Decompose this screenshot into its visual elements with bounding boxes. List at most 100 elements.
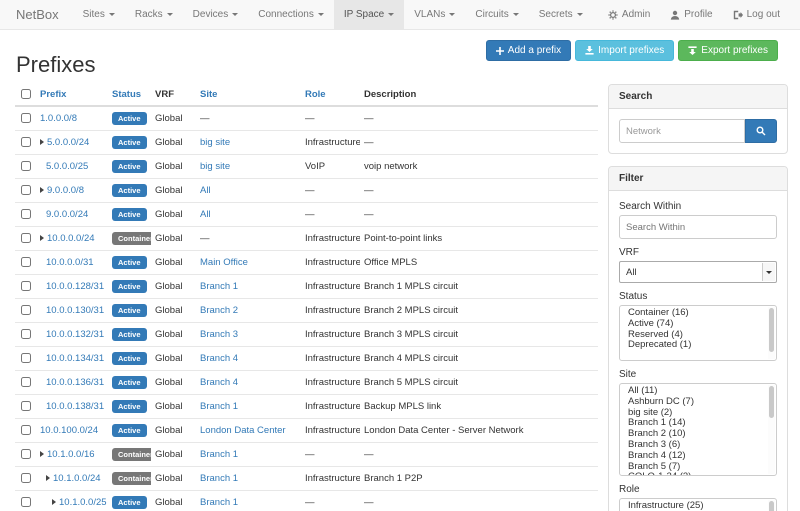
row-checkbox[interactable] (21, 161, 31, 171)
site-link[interactable]: big site (200, 137, 230, 148)
nav-item-devices[interactable]: Devices (183, 0, 249, 29)
app-logo[interactable]: NetBox (0, 0, 73, 29)
row-checkbox[interactable] (21, 113, 31, 123)
prefix-link[interactable]: 10.0.0.134/31 (46, 353, 104, 364)
row-checkbox[interactable] (21, 377, 31, 387)
row-checkbox[interactable] (21, 401, 31, 411)
search-within-label: Search Within (619, 201, 777, 212)
nav-item-circuits[interactable]: Circuits (465, 0, 528, 29)
description-cell: Backup MPLS link (360, 395, 598, 419)
import-prefixes-button[interactable]: Import prefixes (575, 40, 674, 61)
site-option[interactable]: Ashburn DC (7) (620, 397, 776, 408)
prefix-link[interactable]: 10.0.100.0/24 (40, 425, 98, 436)
search-panel-title: Search (609, 85, 787, 109)
row-checkbox[interactable] (21, 305, 31, 315)
nav-item-secrets[interactable]: Secrets (529, 0, 593, 29)
site-link[interactable]: Branch 1 (200, 401, 238, 412)
prefix-link[interactable]: 10.1.0.0/16 (47, 449, 95, 460)
page-title: Prefixes (16, 52, 95, 78)
site-link[interactable]: Branch 4 (200, 377, 238, 388)
vrf-select[interactable]: All (619, 261, 777, 283)
nav-item-ip-space[interactable]: IP Space (334, 0, 404, 29)
row-checkbox[interactable] (21, 209, 31, 219)
prefix-link[interactable]: 10.1.0.0/24 (53, 473, 101, 484)
table-row: 5.0.0.0/25ActiveGlobalbig siteVoIPvoip n… (15, 155, 598, 179)
prefix-link[interactable]: 1.0.0.0/8 (40, 113, 77, 124)
site-link[interactable]: All (200, 209, 211, 220)
site-link[interactable]: Branch 3 (200, 329, 238, 340)
scrollbar-thumb[interactable] (769, 386, 774, 418)
row-checkbox[interactable] (21, 473, 31, 483)
site-link[interactable]: big site (200, 161, 230, 172)
row-checkbox[interactable] (21, 257, 31, 267)
site-option[interactable]: Branch 4 (12) (620, 451, 776, 462)
vrf-cell: Global (151, 323, 196, 347)
export-prefixes-button[interactable]: Export prefixes (678, 40, 778, 61)
status-option[interactable]: Deprecated (1) (620, 340, 776, 351)
row-checkbox[interactable] (21, 233, 31, 243)
logout-link[interactable]: Log out (723, 0, 790, 29)
search-input[interactable] (619, 119, 745, 143)
prefix-link[interactable]: 10.0.0.132/31 (46, 329, 104, 340)
profile-link[interactable]: Profile (660, 0, 722, 29)
site-link[interactable]: All (200, 185, 211, 196)
nav-item-racks[interactable]: Racks (125, 0, 183, 29)
row-checkbox[interactable] (21, 449, 31, 459)
site-link[interactable]: Branch 4 (200, 353, 238, 364)
scrollbar-thumb[interactable] (769, 501, 774, 511)
row-checkbox[interactable] (21, 329, 31, 339)
row-checkbox[interactable] (21, 185, 31, 195)
prefix-link[interactable]: 10.0.0.0/24 (47, 233, 95, 244)
admin-link[interactable]: Admin (598, 0, 660, 29)
search-within-input[interactable] (619, 215, 777, 239)
prefix-link[interactable]: 5.0.0.0/24 (47, 137, 89, 148)
site-link[interactable]: Branch 1 (200, 449, 238, 460)
row-checkbox[interactable] (21, 281, 31, 291)
nav-item-sites[interactable]: Sites (73, 0, 125, 29)
table-row: 10.0.0.0/31ActiveGlobalMain OfficeInfras… (15, 251, 598, 275)
column-header-site[interactable]: Site (196, 84, 301, 106)
nav-item-vlans[interactable]: VLANs (404, 0, 465, 29)
role-multiselect[interactable]: Infrastructure (25)Management (8)Private… (619, 498, 777, 511)
site-option[interactable]: COLO-1-24 (3) (620, 472, 776, 476)
add-prefix-button[interactable]: Add a prefix (486, 40, 571, 61)
site-link[interactable]: London Data Center (200, 425, 286, 436)
status-option[interactable]: Active (74) (620, 319, 776, 330)
role-option[interactable]: Infrastructure (25) (620, 501, 776, 511)
scrollbar-track[interactable] (768, 500, 775, 511)
prefix-link[interactable]: 10.0.0.136/31 (46, 377, 104, 388)
prefix-link[interactable]: 9.0.0.0/8 (47, 185, 84, 196)
column-header-role[interactable]: Role (301, 84, 360, 106)
site-link[interactable]: Branch 1 (200, 497, 238, 508)
prefix-link[interactable]: 10.1.0.0/25 (59, 497, 107, 508)
scrollbar-track[interactable] (768, 307, 775, 359)
row-checkbox[interactable] (21, 497, 31, 507)
row-checkbox[interactable] (21, 353, 31, 363)
description-cell: — (360, 203, 598, 227)
select-all-checkbox[interactable] (21, 89, 31, 99)
nav-item-connections[interactable]: Connections (248, 0, 334, 29)
prefix-link[interactable]: 10.0.0.0/31 (46, 257, 94, 268)
scrollbar-track[interactable] (768, 385, 775, 474)
site-link[interactable]: Branch 1 (200, 473, 238, 484)
table-row: 9.0.0.0/24ActiveGlobalAll—— (15, 203, 598, 227)
site-link[interactable]: Branch 1 (200, 281, 238, 292)
row-checkbox[interactable] (21, 137, 31, 147)
search-button[interactable] (745, 119, 777, 143)
row-checkbox[interactable] (21, 425, 31, 435)
site-link[interactable]: Main Office (200, 257, 248, 268)
table-row: 1.0.0.0/8ActiveGlobal——— (15, 106, 598, 131)
prefix-link[interactable]: 5.0.0.0/25 (46, 161, 88, 172)
column-header-status[interactable]: Status (108, 84, 151, 106)
prefix-link[interactable]: 9.0.0.0/24 (46, 209, 88, 220)
prefix-link[interactable]: 10.0.0.130/31 (46, 305, 104, 316)
status-multiselect[interactable]: Container (16)Active (74)Reserved (4)Dep… (619, 305, 777, 361)
site-multiselect[interactable]: All (11)Ashburn DC (7)big site (2)Branch… (619, 383, 777, 476)
site-link[interactable]: Branch 2 (200, 305, 238, 316)
nav-item-label: Devices (193, 9, 229, 20)
prefix-link[interactable]: 10.0.0.138/31 (46, 401, 104, 412)
column-header-prefix[interactable]: Prefix (36, 84, 108, 106)
prefix-link[interactable]: 10.0.0.128/31 (46, 281, 104, 292)
scrollbar-thumb[interactable] (769, 308, 774, 352)
table-row: 10.0.0.132/31ActiveGlobalBranch 3Infrast… (15, 323, 598, 347)
